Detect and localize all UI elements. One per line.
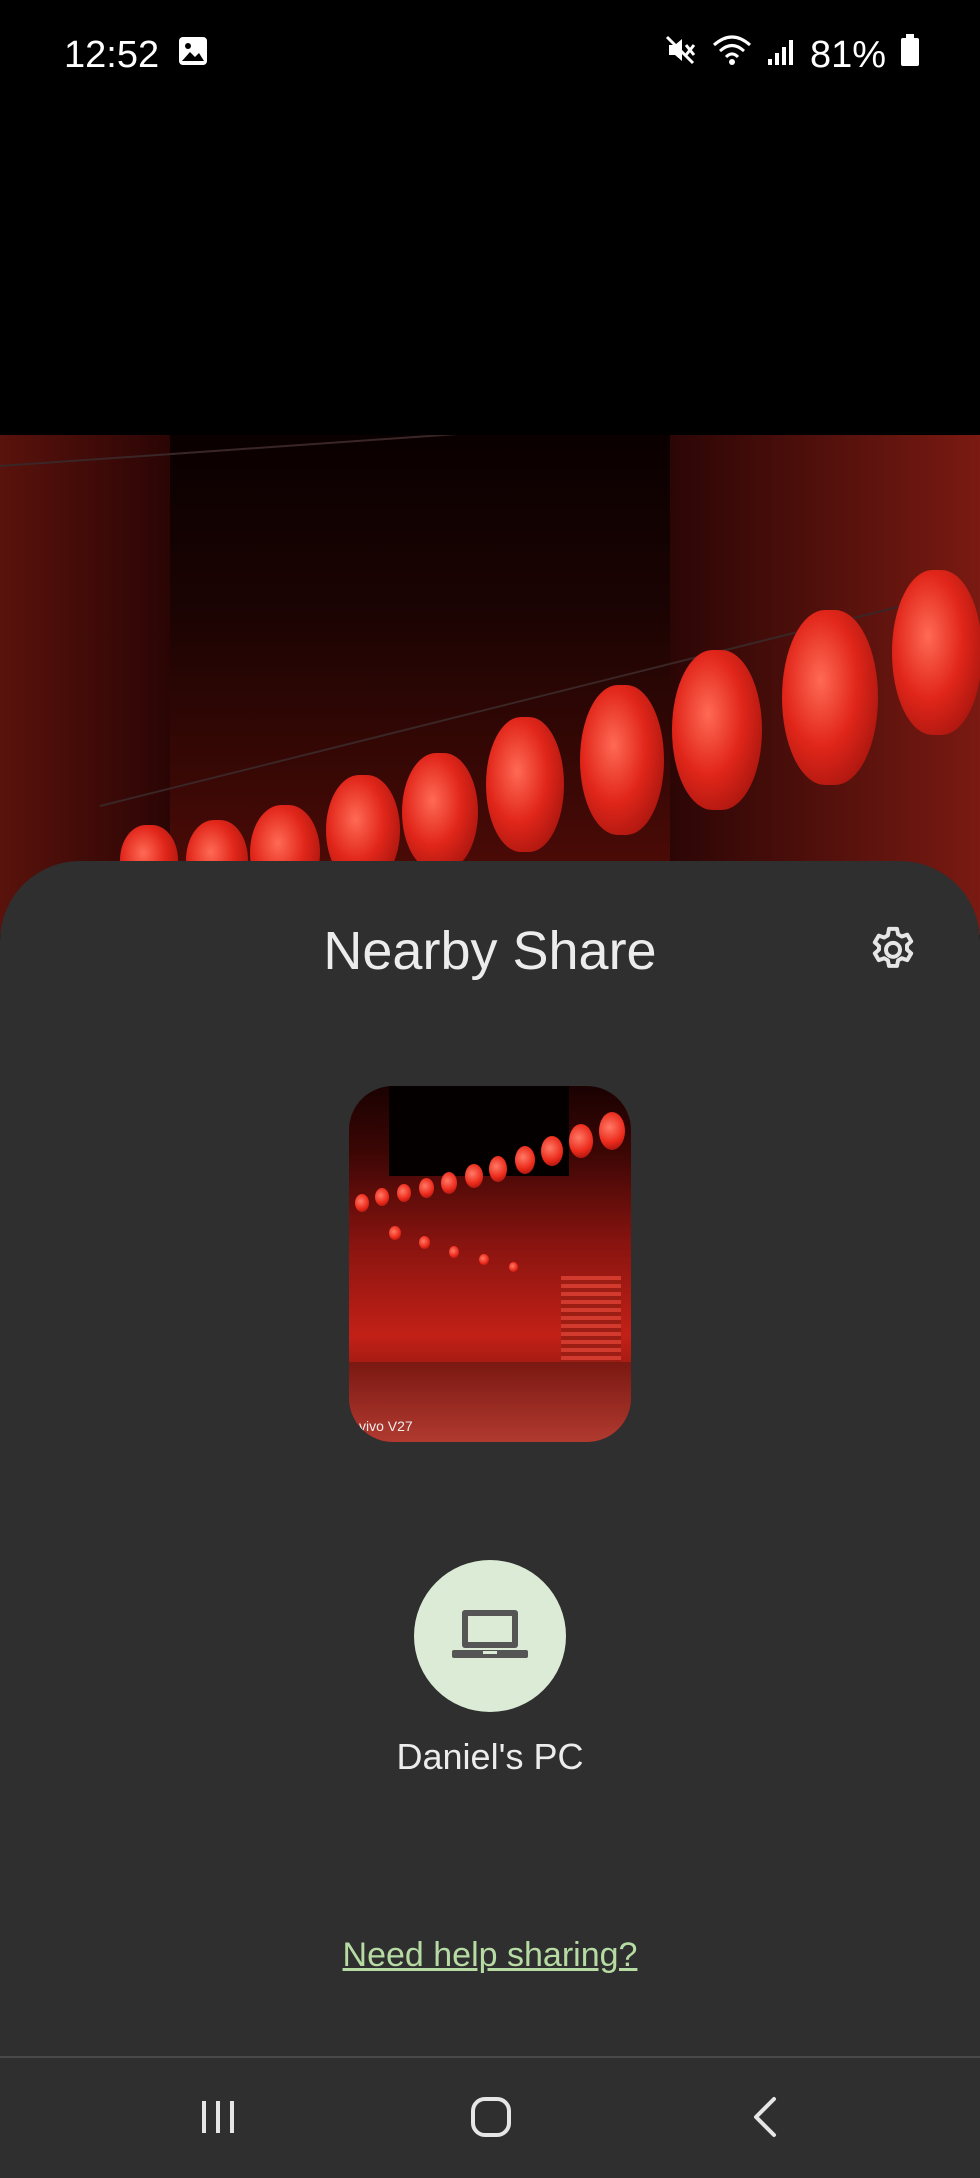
battery-percent: 81%	[809, 33, 886, 76]
preview-lantern	[449, 1246, 459, 1258]
gallery-notification-icon	[177, 34, 209, 77]
recent-apps-button[interactable]	[178, 2084, 258, 2154]
lantern	[402, 753, 478, 871]
preview-lantern	[599, 1112, 625, 1150]
preview-lantern	[489, 1156, 507, 1182]
preview-lantern	[375, 1188, 389, 1206]
laptop-icon	[450, 1604, 530, 1669]
preview-watermark: vivo V27	[359, 1418, 413, 1434]
gear-icon	[865, 923, 921, 984]
home-button[interactable]	[451, 2084, 531, 2154]
sheet-title: Nearby Share	[323, 921, 657, 981]
device-name-label: Daniel's PC	[396, 1736, 584, 1777]
battery-icon	[900, 33, 920, 77]
lantern	[672, 650, 762, 810]
device-daniels-pc-button[interactable]	[414, 1560, 566, 1712]
lantern	[580, 685, 664, 835]
background-photo	[0, 435, 980, 935]
shared-photo-preview: vivo V27	[349, 1086, 631, 1442]
preview-lantern	[389, 1226, 401, 1240]
navigation-bar	[0, 2056, 980, 2178]
preview-lantern	[479, 1254, 489, 1265]
preview-lantern	[569, 1124, 593, 1158]
nearby-share-sheet	[0, 861, 980, 2056]
preview-lantern	[441, 1172, 457, 1194]
preview-lantern	[541, 1136, 563, 1166]
recent-apps-icon	[196, 2095, 240, 2144]
need-help-link[interactable]: Need help sharing?	[0, 1936, 980, 1975]
signal-icon	[766, 34, 796, 77]
back-button[interactable]	[726, 2084, 806, 2154]
lantern	[782, 610, 878, 785]
preview-lantern	[419, 1236, 430, 1249]
back-icon	[744, 2095, 788, 2144]
home-icon	[469, 2095, 513, 2144]
preview-sky	[389, 1086, 569, 1176]
status-bar: 12:52 81%	[0, 0, 980, 110]
wifi-icon	[712, 33, 752, 77]
preview-lantern	[355, 1194, 369, 1212]
mute-icon	[664, 33, 698, 77]
status-right: 81%	[664, 33, 920, 77]
preview-lantern	[397, 1184, 411, 1202]
status-left: 12:52	[64, 34, 209, 77]
lantern	[486, 717, 564, 852]
preview-lantern	[515, 1146, 535, 1174]
preview-lantern	[509, 1262, 518, 1272]
preview-lantern	[465, 1164, 483, 1188]
preview-lantern	[419, 1178, 434, 1198]
settings-button[interactable]	[862, 922, 924, 984]
clock: 12:52	[64, 33, 160, 76]
lantern	[892, 570, 980, 735]
